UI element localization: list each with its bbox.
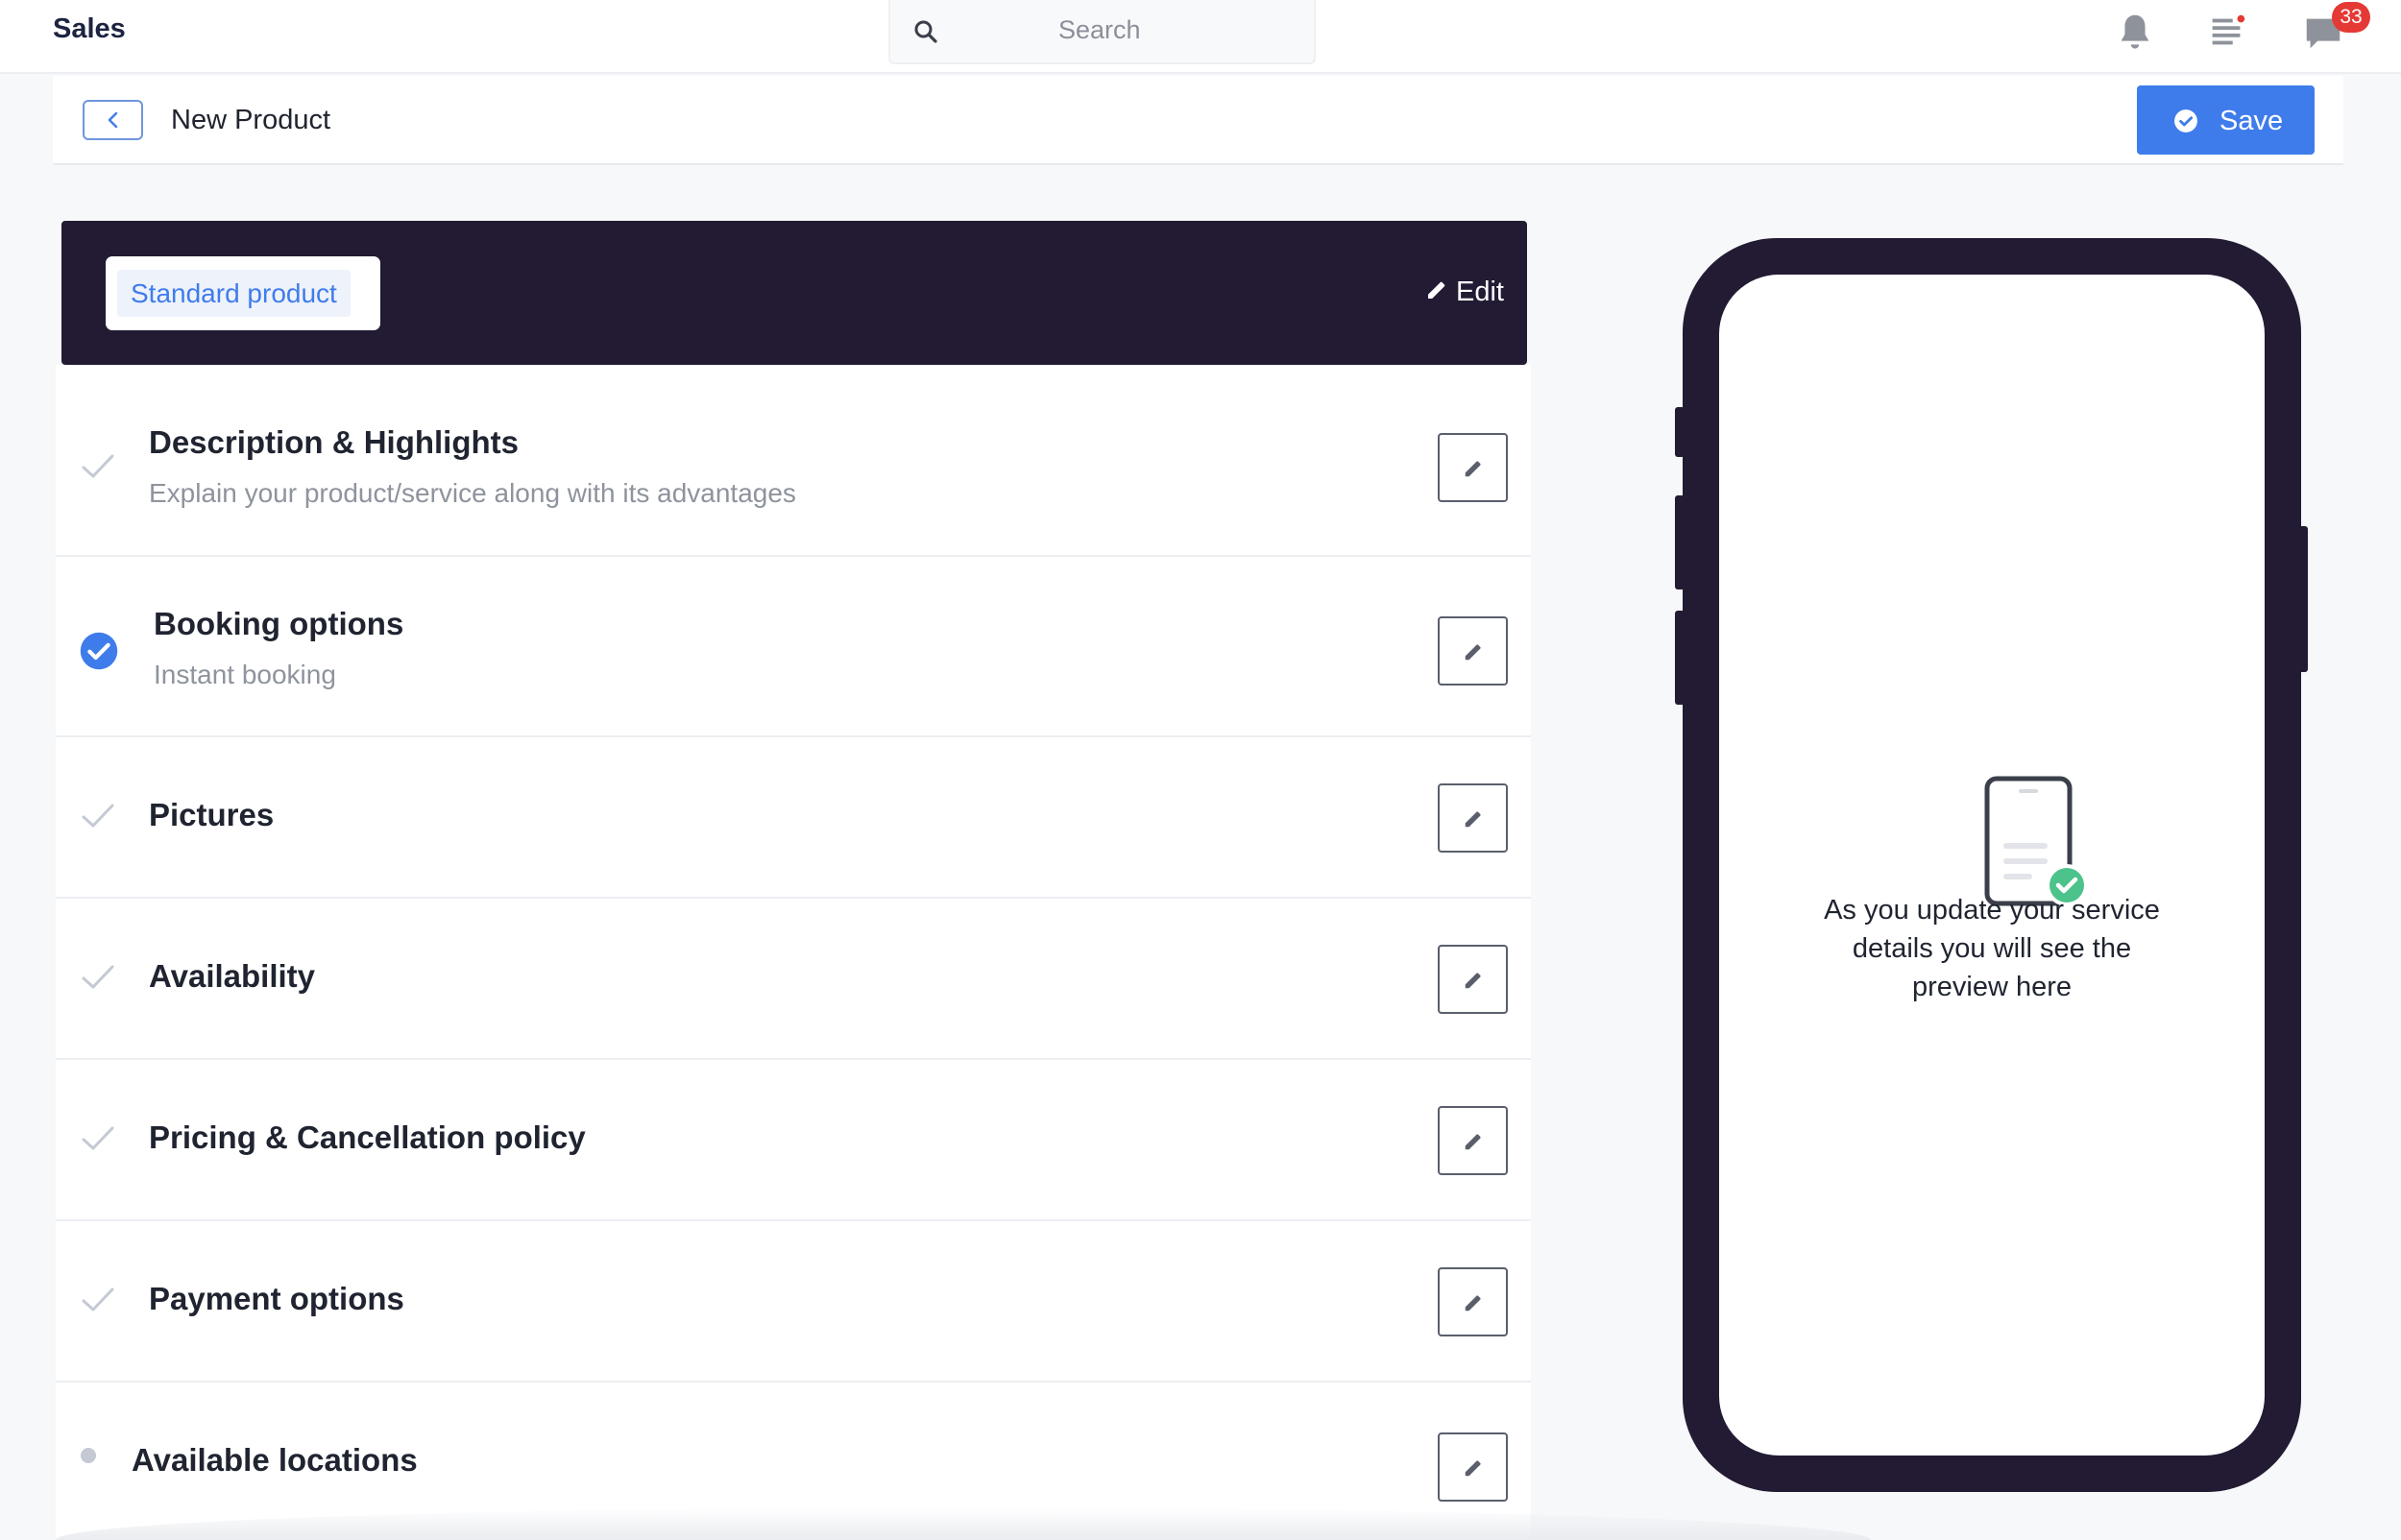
bell-icon[interactable] [2113,10,2157,54]
edit-section-button[interactable] [1438,616,1508,686]
check-icon [82,965,114,989]
product-type-chip: Standard product [106,256,380,330]
pencil-icon [1465,973,1481,989]
edit-section-button[interactable] [1438,945,1508,1014]
check-circle-icon [80,632,118,670]
phone-preview-screen [1719,275,2265,1456]
save-button[interactable]: Save [2137,85,2315,155]
section-title: Description & Highlights [149,424,520,460]
preview-placeholder-message: As you update your service details you w… [1824,895,2160,1002]
edit-label: Edit [1456,277,1504,307]
section-title: Booking options [154,606,404,641]
search-input[interactable]: Search [1058,15,1141,45]
check-icon [82,1287,114,1311]
phone-preview-frame [1683,238,2301,1492]
check-circle-icon [2174,109,2197,132]
check-icon [82,804,114,828]
product-type-banner: Standard product Edit [61,221,1527,365]
edit-section-button[interactable] [1438,783,1508,853]
pencil-icon [1465,811,1481,828]
pencil-icon [1465,461,1481,477]
edit-section-button[interactable] [1438,1106,1508,1175]
page-title: New Product [171,105,331,135]
pencil-icon [1465,1134,1481,1150]
chevron-left-icon [108,111,118,129]
messages-count-badge: 33 [2332,2,2370,33]
pending-dot-icon [81,1448,96,1463]
check-icon [82,454,114,478]
section-availability[interactable]: Availability [56,899,1531,1060]
edit-section-button[interactable] [1438,1267,1508,1336]
section-title: Pricing & Cancellation policy [149,1119,586,1155]
app-title[interactable]: Sales [53,13,126,45]
check-icon [82,1126,114,1150]
edit-section-button[interactable] [1438,1432,1508,1502]
product-type-label: Standard product [117,270,351,317]
back-button[interactable] [83,100,143,140]
product-sections-list: Description & Highlights Explain your pr… [56,365,1531,1540]
section-pricing-cancellation[interactable]: Pricing & Cancellation policy [56,1060,1531,1221]
save-button-label: Save [2219,106,2284,136]
section-booking-options[interactable]: Booking options Instant booking [56,557,1531,737]
top-bar: Sales Search 33 [0,0,2401,74]
section-title: Payment options [149,1281,404,1316]
section-title: Pictures [149,797,275,832]
search-icon [914,20,937,43]
section-title: Availability [149,958,316,994]
section-pictures[interactable]: Pictures [56,737,1531,899]
pencil-icon [1465,644,1481,661]
page-header: New Product Save [53,76,2343,165]
edit-section-button[interactable] [1438,433,1508,502]
pencil-icon [1465,1295,1481,1311]
section-subtitle: Instant booking [154,660,336,689]
section-subtitle: Explain your product/service along with … [149,478,796,508]
section-description-highlights[interactable]: Description & Highlights Explain your pr… [56,365,1531,557]
search-bar[interactable]: Search [888,0,1316,64]
activity-list-icon[interactable] [2205,10,2249,54]
pencil-icon [1465,1460,1481,1477]
section-payment-options[interactable]: Payment options [56,1221,1531,1383]
pencil-icon [1428,281,1445,299]
section-title: Available locations [132,1442,418,1478]
